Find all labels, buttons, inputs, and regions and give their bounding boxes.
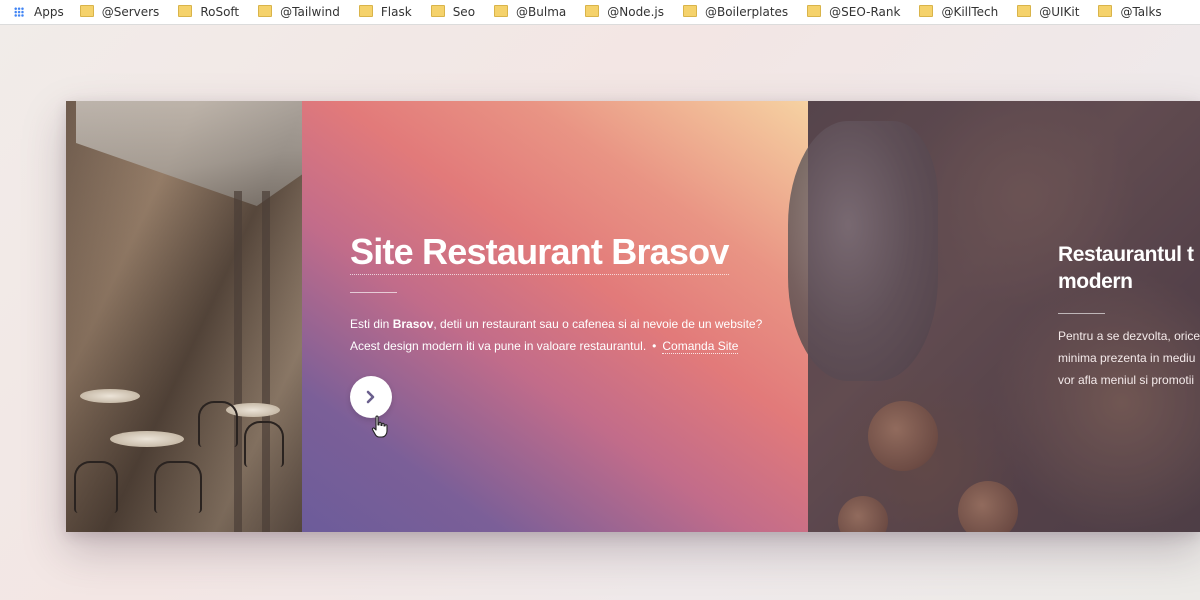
table-shape	[110, 431, 184, 447]
bookmark-seo[interactable]: Seo	[430, 5, 476, 19]
slide-content-panel: Site Restaurant Brasov Esti din Brasov, …	[302, 101, 808, 532]
bookmark-boilerplates[interactable]: @Boilerplates	[682, 5, 789, 19]
bookmark-seo-rank[interactable]: @SEO-Rank	[807, 5, 900, 19]
bookmark-label: Flask	[380, 5, 412, 19]
folder-icon	[79, 5, 94, 17]
apps-grid-icon	[14, 7, 24, 17]
bookmark-label: @SEO-Rank	[829, 5, 901, 19]
slide-title: Site Restaurant Brasov	[350, 231, 729, 275]
desc-text: Esti din	[350, 317, 393, 331]
desc-text: Acest design modern iti va pune in valoa…	[350, 339, 647, 353]
bookmark-tailwind[interactable]: @Tailwind	[258, 5, 340, 19]
separator-dot: •	[652, 339, 657, 353]
apps-label: Apps	[34, 5, 64, 19]
hand-cursor-icon	[371, 415, 388, 438]
table-shape	[80, 389, 140, 403]
bookmark-label: @Boilerplates	[704, 5, 789, 19]
bookmark-label: @Talks	[1120, 5, 1162, 19]
bookmark-label: @Servers	[101, 5, 160, 19]
bookmark-label: RoSoft	[200, 5, 240, 19]
folder-icon	[1017, 5, 1032, 17]
chair-shape	[198, 401, 238, 447]
bookmark-label: @KillTech	[941, 5, 999, 19]
bookmark-label: @Bulma	[516, 5, 567, 19]
folder-icon	[919, 5, 934, 17]
chevron-right-icon	[366, 390, 375, 404]
bookmark-rosoft[interactable]: RoSoft	[178, 5, 239, 19]
next-slide-panel[interactable]: Restaurantul t modern Pentru a se dezvol…	[788, 101, 1200, 532]
bookmark-killtech[interactable]: @KillTech	[919, 5, 998, 19]
bookmark-flask[interactable]: Flask	[358, 5, 412, 19]
next-desc-line: minima prezenta in mediu	[1058, 351, 1196, 365]
next-title-divider	[1058, 313, 1105, 314]
folder-icon	[494, 5, 509, 17]
bookmark-servers[interactable]: @Servers	[79, 5, 160, 19]
folder-icon	[1098, 5, 1113, 17]
folder-icon	[178, 5, 193, 17]
next-desc-line: vor afla meniul si promotii	[1058, 373, 1195, 387]
next-slide-button[interactable]	[350, 376, 392, 418]
bookmark-label: Seo	[452, 5, 476, 19]
next-title-line: modern	[1058, 270, 1133, 293]
apps-shortcut[interactable]: Apps	[14, 5, 64, 19]
bookmark-talks[interactable]: @Talks	[1098, 5, 1162, 19]
folder-icon	[358, 5, 373, 17]
bookmark-label: @Tailwind	[280, 5, 340, 19]
chair-shape	[154, 461, 202, 513]
pillar-shape	[262, 191, 270, 532]
cafe-photo	[66, 101, 302, 532]
title-divider	[350, 292, 397, 293]
desc-bold-city: Brasov	[392, 317, 434, 331]
next-slide-title: Restaurantul t modern	[1058, 241, 1200, 295]
hero-slider: Site Restaurant Brasov Esti din Brasov, …	[66, 101, 1200, 532]
next-desc-line: Pentru a se dezvolta, orice	[1058, 329, 1200, 343]
bookmark-uikit[interactable]: @UIKit	[1017, 5, 1079, 19]
next-slide-description: Pentru a se dezvolta, orice minima preze…	[1058, 325, 1200, 391]
folder-icon	[585, 5, 600, 17]
slide-description: Esti din Brasov, detii un restaurant sau…	[350, 313, 780, 357]
folder-icon	[807, 5, 822, 17]
dark-overlay	[808, 101, 1200, 532]
folder-icon	[430, 5, 445, 17]
desc-text: , detii un restaurant sau o cafenea si a…	[433, 317, 763, 331]
next-title-line: Restaurantul t	[1058, 243, 1194, 266]
pillar-shape	[234, 191, 242, 532]
order-site-link[interactable]: Comanda Site	[662, 339, 739, 354]
chair-shape	[244, 421, 284, 467]
bookmark-label: @UIKit	[1039, 5, 1080, 19]
bookmark-nodejs[interactable]: @Node.js	[585, 5, 664, 19]
folder-icon	[258, 5, 273, 17]
bookmarks-bar: Apps @Servers RoSoft @Tailwind Flask Seo…	[0, 0, 1200, 25]
folder-icon	[682, 5, 697, 17]
bookmark-bulma[interactable]: @Bulma	[494, 5, 566, 19]
bookmark-label: @Node.js	[607, 5, 664, 19]
chair-shape	[74, 461, 118, 513]
